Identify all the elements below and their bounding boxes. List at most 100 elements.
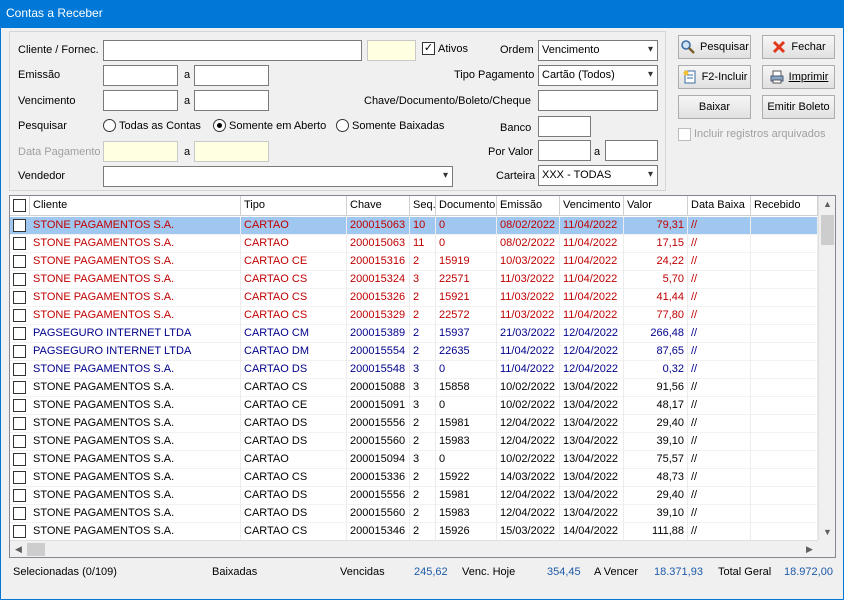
radio-somente-baixadas[interactable] [336,119,349,132]
column-header-documento[interactable]: Documento [436,196,497,216]
emitir-boleto-button[interactable]: Emitir Boleto [762,95,835,119]
row-checkbox[interactable] [13,363,26,376]
table-row[interactable]: STONE PAGAMENTOS S.A. CARTAO CS 200015336 2… [10,469,818,487]
scroll-up-icon[interactable]: ▲ [819,199,835,209]
tipo-pagamento-select[interactable]: Cartão (Todos) ▾ [538,65,658,86]
ativos-label: Ativos [438,43,468,55]
cell-emissao: 14/03/2022 [497,469,560,487]
emissao-end-input[interactable] [194,65,269,86]
baixar-button-label: Baixar [698,101,731,113]
table-row[interactable]: STONE PAGAMENTOS S.A. CARTAO 200015063 11 0 0… [10,235,818,253]
column-header-seq[interactable]: Seq. [410,196,436,216]
vendedor-select[interactable]: ▾ [103,166,453,187]
scroll-right-icon[interactable]: ▶ [801,544,818,555]
column-header-valor[interactable]: Valor [624,196,688,216]
cell-seq: 3 [410,379,436,397]
cell-documento: 15983 [436,505,497,523]
vencimento-end-input[interactable] [194,90,269,111]
table-row[interactable]: STONE PAGAMENTOS S.A. CARTAO DS 200015560 2… [10,433,818,451]
select-all-checkbox[interactable] [13,199,26,212]
horizontal-scrollbar[interactable]: ◀ ▶ [10,540,818,557]
cell-data-baixa: // [688,325,751,343]
column-header-vencimento[interactable]: Vencimento [560,196,624,216]
valor-max-input[interactable] [605,140,658,161]
carteira-select[interactable]: XXX - TODAS ▾ [538,165,658,186]
data-pagamento-end-input[interactable] [194,141,269,162]
emissao-start-input[interactable] [103,65,178,86]
incluir-arquivados-checkbox[interactable] [678,128,691,141]
table-row[interactable]: STONE PAGAMENTOS S.A. CARTAO 200015094 3 0 10… [10,451,818,469]
row-checkbox[interactable] [13,453,26,466]
table-row[interactable]: STONE PAGAMENTOS S.A. CARTAO DS 200015560 2… [10,505,818,523]
pesquisar-button[interactable]: Pesquisar [678,35,751,59]
row-checkbox[interactable] [13,291,26,304]
table-row[interactable]: STONE PAGAMENTOS S.A. CARTAO DS 200015556 2… [10,487,818,505]
chevron-down-icon: ▾ [647,69,653,80]
valor-min-input[interactable] [538,140,591,161]
chave-input[interactable] [538,90,658,111]
row-checkbox[interactable] [13,309,26,322]
table-row[interactable]: STONE PAGAMENTOS S.A. CARTAO CE 200015316 2… [10,253,818,271]
table-row[interactable]: PAGSEGURO INTERNET LTDA CARTAO DM 20001555… [10,343,818,361]
radio-todas-contas[interactable] [103,119,116,132]
ativos-checkbox[interactable]: ✓ [422,42,435,55]
cell-documento: 22572 [436,307,497,325]
cell-seq: 2 [410,307,436,325]
cell-tipo: CARTAO [241,235,347,253]
cell-documento: 0 [436,361,497,379]
row-checkbox[interactable] [13,417,26,430]
fechar-button[interactable]: Fechar [762,35,835,59]
incluir-button[interactable]: F2-Incluir [678,65,751,89]
column-header-cliente[interactable]: Cliente [30,196,241,216]
row-checkbox[interactable] [13,237,26,250]
table-row[interactable]: STONE PAGAMENTOS S.A. CARTAO DS 200015556 2… [10,415,818,433]
scroll-left-icon[interactable]: ◀ [10,544,27,555]
table-row[interactable]: STONE PAGAMENTOS S.A. CARTAO CS 200015346 2… [10,523,818,541]
cell-valor: 29,40 [624,487,688,505]
scroll-down-icon[interactable]: ▼ [819,527,835,537]
cell-valor: 41,44 [624,289,688,307]
table-row[interactable]: STONE PAGAMENTOS S.A. CARTAO CS 200015326 2… [10,289,818,307]
column-header-emissao[interactable]: Emissão [497,196,560,216]
cell-cliente: STONE PAGAMENTOS S.A. [30,433,241,451]
table-row[interactable]: STONE PAGAMENTOS S.A. CARTAO CE 200015091 3… [10,397,818,415]
vencimento-start-input[interactable] [103,90,178,111]
column-header-tipo[interactable]: Tipo [241,196,347,216]
ordem-select[interactable]: Vencimento ▾ [538,40,658,61]
filter-panel: Cliente / Fornec. ✓ Ativos Ordem Vencime… [9,31,666,191]
por-valor-label: Por Valor [488,146,534,158]
radio-somente-aberto[interactable] [213,119,226,132]
row-checkbox[interactable] [13,273,26,286]
row-checkbox[interactable] [13,399,26,412]
row-checkbox[interactable] [13,489,26,502]
table-row[interactable]: STONE PAGAMENTOS S.A. CARTAO 200015063 10 0 0… [10,217,818,235]
row-checkbox[interactable] [13,219,26,232]
data-pagamento-start-input[interactable] [103,141,178,162]
cell-documento: 0 [436,451,497,469]
column-header-data-baixa[interactable]: Data Baixa [688,196,751,216]
row-checkbox[interactable] [13,255,26,268]
row-checkbox[interactable] [13,345,26,358]
table-row[interactable]: STONE PAGAMENTOS S.A. CARTAO DS 200015548 3… [10,361,818,379]
cliente-code-input[interactable] [367,40,416,61]
table-row[interactable]: PAGSEGURO INTERNET LTDA CARTAO CM 20001538… [10,325,818,343]
row-checkbox[interactable] [13,435,26,448]
baixar-button[interactable]: Baixar [678,95,751,119]
vertical-scrollbar[interactable]: ▲ ▼ [818,196,835,540]
row-checkbox[interactable] [13,507,26,520]
horizontal-scroll-thumb[interactable] [27,543,45,556]
cliente-input[interactable] [103,40,362,61]
vertical-scroll-thumb[interactable] [821,215,834,245]
table-row[interactable]: STONE PAGAMENTOS S.A. CARTAO CS 200015088 3… [10,379,818,397]
table-row[interactable]: STONE PAGAMENTOS S.A. CARTAO CS 200015329 2… [10,307,818,325]
row-checkbox[interactable] [13,327,26,340]
row-checkbox[interactable] [13,381,26,394]
row-checkbox[interactable] [13,525,26,538]
table-row[interactable]: STONE PAGAMENTOS S.A. CARTAO CS 200015324 3… [10,271,818,289]
imprimir-button[interactable]: Imprimir [762,65,835,89]
column-header-recebido[interactable]: Recebido [751,196,818,216]
data-pagamento-a-label: a [184,146,191,158]
column-header-chave[interactable]: Chave [347,196,410,216]
row-checkbox[interactable] [13,471,26,484]
banco-input[interactable] [538,116,591,137]
